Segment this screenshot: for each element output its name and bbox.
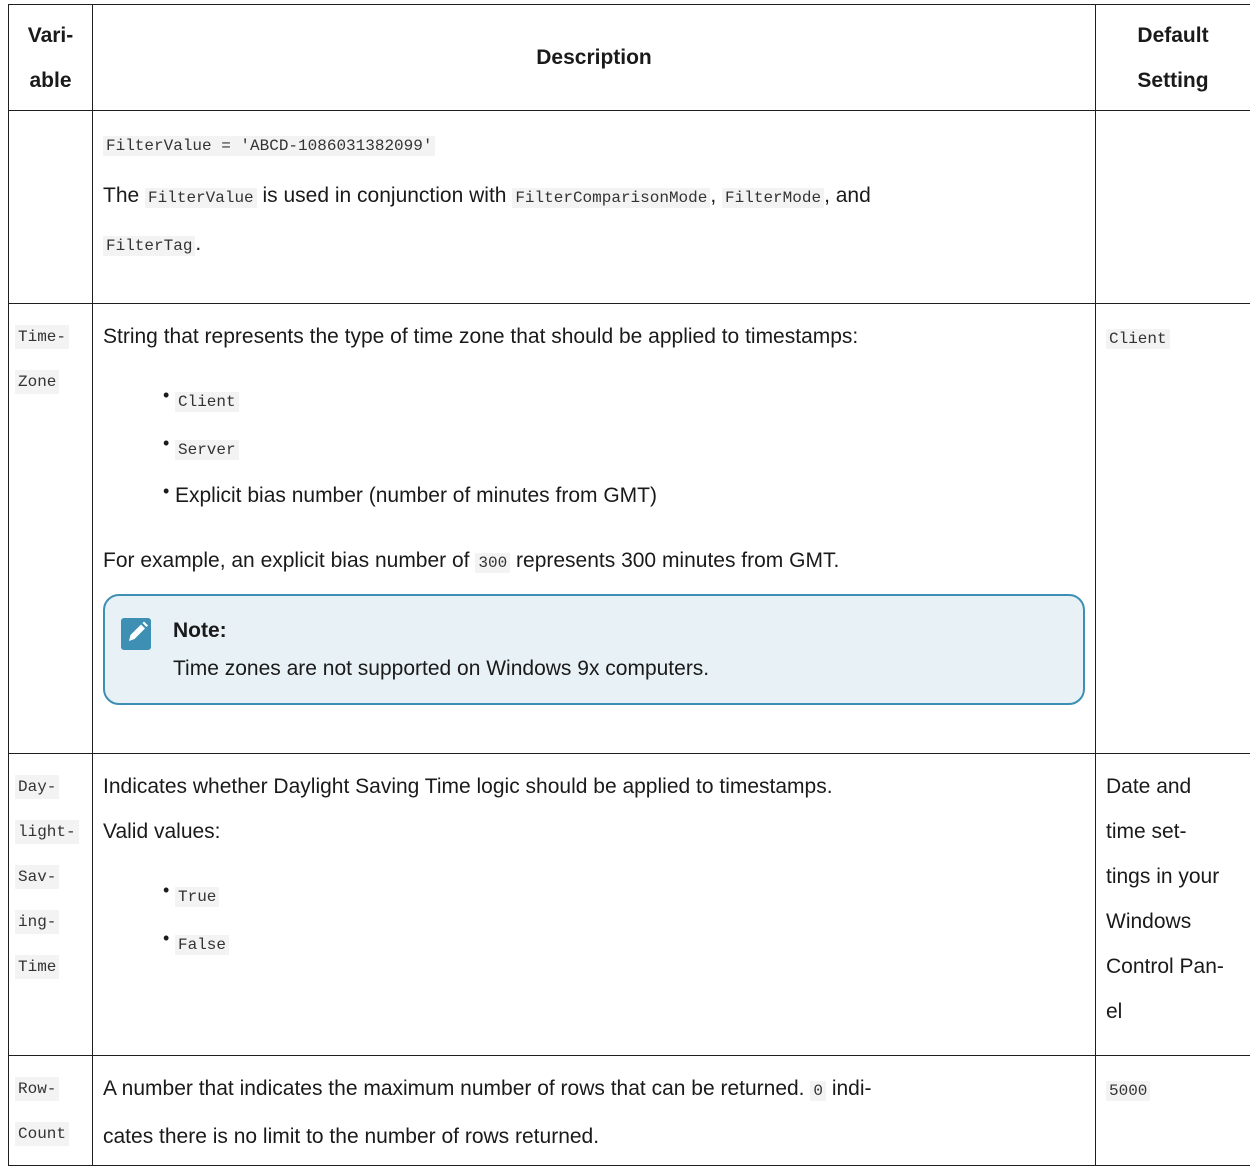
row-rowcount: Row- Count A number that indicates the m… (9, 1056, 1250, 1166)
var-part: Time- (15, 325, 69, 349)
default-cell-timezone: Client (1096, 304, 1250, 754)
header-variable-line2: able (29, 69, 71, 92)
var-cell-timezone: Time- Zone (9, 304, 93, 754)
code-zero: 0 (810, 1081, 826, 1101)
code-filtervalue: FilterValue (145, 188, 257, 208)
rowcount-post: indi- (832, 1077, 872, 1100)
note-body: Time zones are not supported on Windows … (173, 646, 1065, 691)
var-cell-empty (9, 111, 93, 304)
desc-cell-timezone: String that represents the type of time … (93, 304, 1096, 754)
code-true: True (175, 887, 219, 907)
var-rowcount-line: Count (15, 1111, 92, 1156)
default-cell-empty (1096, 111, 1250, 304)
comma: , (710, 184, 716, 207)
var-timezone-line2: Zone (15, 359, 92, 404)
note-title: Note: (173, 616, 1065, 646)
var-part: Time (15, 955, 59, 979)
var-part: Zone (15, 370, 59, 394)
text-the: The (103, 184, 139, 207)
header-row: Vari- able Description Default Setting (9, 5, 1250, 111)
var-cell-rowcount: Row- Count (9, 1056, 93, 1166)
header-variable: Vari- able (9, 5, 93, 111)
var-part: Count (15, 1122, 69, 1146)
var-daylight-line: light- (15, 809, 92, 854)
default-cell-daylight: Date and time set- tings in your Windows… (1096, 754, 1250, 1056)
timezone-intro: String that represents the type of time … (103, 314, 1095, 359)
note-box: Note: Time zones are not supported on Wi… (103, 594, 1085, 705)
default-line: Control Pan- (1106, 944, 1250, 989)
desc-cell-daylight: Indicates whether Daylight Saving Time l… (93, 754, 1096, 1056)
code-false: False (175, 935, 229, 955)
code-client: Client (175, 392, 239, 412)
code-server: Server (175, 440, 239, 460)
header-description: Description (93, 5, 1096, 111)
list-item: Server (175, 425, 1095, 473)
list-item: True (175, 872, 1095, 920)
conjunction-text: The FilterValue is used in conjunction w… (103, 173, 1095, 269)
timezone-bullets: Client Server Explicit bias number (numb… (103, 377, 1095, 518)
code-filtertag: FilterTag (103, 236, 195, 256)
daylight-line1: Indicates whether Daylight Saving Time l… (103, 764, 1095, 809)
default-line: time set- (1106, 809, 1250, 854)
default-cell-rowcount: 5000 (1096, 1056, 1250, 1166)
header-default-line2: Setting (1137, 69, 1208, 92)
row-filtervalue: FilterValue = 'ABCD-1086031382099' The F… (9, 111, 1250, 304)
header-default-line1: Default (1137, 24, 1208, 47)
default-line: Windows (1106, 899, 1250, 944)
var-cell-daylight: Day- light- Sav- ing- Time (9, 754, 93, 1056)
desc-cell-filtervalue: FilterValue = 'ABCD-1086031382099' The F… (93, 111, 1096, 304)
var-part: light- (15, 820, 79, 844)
default-line: Date and (1106, 764, 1250, 809)
desc-cell-rowcount: A number that indicates the maximum numb… (93, 1056, 1096, 1166)
default-line: el (1106, 989, 1250, 1034)
var-part: ing- (15, 910, 59, 934)
daylight-bullets: True False (103, 872, 1095, 968)
rowcount-line1: A number that indicates the maximum numb… (103, 1066, 1095, 1114)
text-used: is used in conjunction with (263, 184, 507, 207)
header-variable-line1: Vari- (28, 24, 74, 47)
code-300: 300 (475, 553, 510, 573)
example-pre: For example, an explicit bias number of (103, 549, 470, 572)
rowcount-line2: cates there is no limit to the number of… (103, 1114, 1095, 1159)
var-part: Row- (15, 1077, 59, 1101)
default-5000: 5000 (1106, 1081, 1150, 1101)
var-daylight-line: Day- (15, 764, 92, 809)
var-rowcount-line: Row- (15, 1066, 92, 1111)
timezone-example: For example, an explicit bias number of … (103, 538, 1095, 586)
var-daylight-line: Sav- (15, 854, 92, 899)
row-daylight: Day- light- Sav- ing- Time Indicates whe… (9, 754, 1250, 1056)
var-part: Sav- (15, 865, 59, 889)
var-daylight-line: Time (15, 944, 92, 989)
text-and: , and (824, 184, 871, 207)
example-post: represents 300 minutes from GMT. (516, 549, 839, 572)
var-daylight-line: ing- (15, 899, 92, 944)
code-filtermode: FilterMode (722, 188, 824, 208)
row-timezone: Time- Zone String that represents the ty… (9, 304, 1250, 754)
var-part: Day- (15, 775, 59, 799)
period: . (195, 232, 201, 255)
code-line: FilterValue = 'ABCD-1086031382099' (103, 121, 1095, 169)
default-line: tings in your (1106, 854, 1250, 899)
var-timezone-line1: Time- (15, 314, 92, 359)
header-default: Default Setting (1096, 5, 1250, 111)
code-comparison: FilterComparisonMode (512, 188, 710, 208)
variables-table: Vari- able Description Default Setting F… (8, 4, 1250, 1166)
rowcount-pre: A number that indicates the maximum numb… (103, 1077, 805, 1100)
list-item: False (175, 920, 1095, 968)
code-example: FilterValue = 'ABCD-1086031382099' (103, 136, 435, 156)
list-item: Client (175, 377, 1095, 425)
default-client: Client (1106, 329, 1170, 349)
pencil-note-icon (121, 616, 151, 650)
daylight-line2: Valid values: (103, 809, 1095, 854)
list-item: Explicit bias number (number of minutes … (175, 473, 1095, 518)
